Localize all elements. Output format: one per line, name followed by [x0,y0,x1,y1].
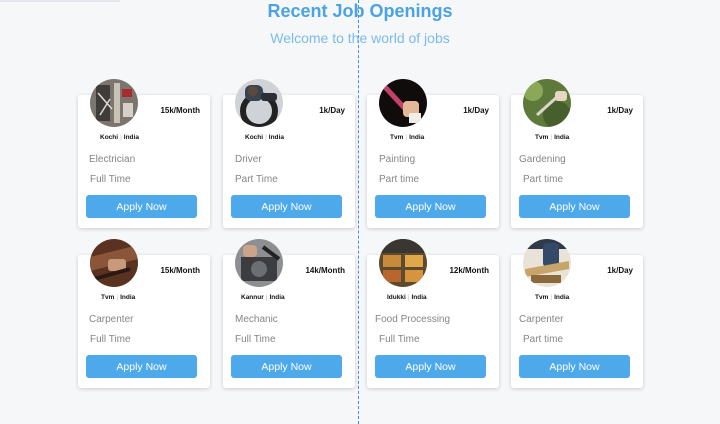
apply-now-button[interactable]: Apply Now [375,195,486,218]
job-location: Tvm | India [535,134,569,141]
job-title: Food Processing [375,314,451,325]
page-subtitle: Welcome to the world of jobs [270,30,450,46]
job-pay: 1k/Day [319,106,345,115]
apply-now-button[interactable]: Apply Now [86,355,197,378]
job-card: 15k/Month Tvm | India Carpenter Full Time … [78,239,210,388]
job-city: Kannur [241,294,264,301]
job-card: 14k/Month Kannur | India Mechanic Full Tim… [223,239,355,388]
job-location: Kannur | India [241,294,285,301]
job-type: Full Time [235,334,276,345]
job-pay: 14k/Month [305,266,345,275]
job-city: Tvm [101,294,115,301]
painting-photo [379,79,427,127]
job-pay: 12k/Month [449,266,489,275]
job-card: 1k/Day Tvm | India Gardening Part time App… [511,79,643,228]
job-card: 1k/Day Tvm | India Painting Part time Appl… [367,79,499,228]
job-location: Tvm | India [101,294,135,301]
job-type: Full Time [90,334,131,345]
job-country: India [409,134,425,141]
job-location: Tvm | India [535,294,569,301]
job-city: Kochi [245,134,264,141]
job-city: Tvm [535,294,549,301]
job-city: Tvm [390,134,404,141]
job-type: Full Time [379,334,420,345]
carpenter-photo [523,239,571,287]
job-country: India [554,294,570,301]
job-title: Carpenter [89,314,134,325]
job-pay: 1k/Day [463,106,489,115]
job-country: India [268,134,284,141]
job-type: Part time [523,334,564,345]
apply-now-button[interactable]: Apply Now [231,195,342,218]
job-title: Gardening [519,154,566,165]
apply-now-button[interactable]: Apply Now [519,355,630,378]
job-card: 12k/Month Idukki | India Food Processing F… [367,239,499,388]
job-title: Driver [235,154,262,165]
job-title: Painting [379,154,416,165]
job-pay: 1k/Day [607,266,633,275]
job-title: Carpenter [519,314,564,325]
mechanic-photo [235,239,283,287]
job-location: Kochi | India [245,134,284,141]
job-type: Part time [379,174,420,185]
job-location: Tvm | India [390,134,424,141]
job-country: India [269,294,285,301]
job-pay: 15k/Month [160,266,200,275]
job-type: Part time [523,174,564,185]
job-pay: 15k/Month [160,106,200,115]
job-country: India [120,294,136,301]
gardening-photo [523,79,571,127]
job-country: India [411,294,427,301]
apply-now-button[interactable]: Apply Now [86,195,197,218]
job-pay: 1k/Day [607,106,633,115]
job-type: Part Time [235,174,278,185]
page-title: Recent Job Openings [267,1,453,21]
job-city: Kochi [100,134,119,141]
job-type: Full Time [90,174,131,185]
driver-photo [235,79,283,127]
apply-now-button[interactable]: Apply Now [375,355,486,378]
center-guide-line [358,0,359,424]
apply-now-button[interactable]: Apply Now [231,355,342,378]
electrician-photo [90,79,138,127]
job-title: Mechanic [235,314,278,325]
carpenter-photo [90,239,138,287]
job-country: India [554,134,570,141]
job-city: Tvm [535,134,549,141]
job-city: Idukki [387,294,406,301]
job-card: 1k/Day Kochi | India Driver Part Time Appl… [223,79,355,228]
job-country: India [123,134,139,141]
job-card: 1k/Day Tvm | India Carpenter Part time App… [511,239,643,388]
job-title: Electrician [89,154,136,165]
job-location: Kochi | India [100,134,139,141]
food-processing-photo [379,239,427,287]
job-location: Idukki | India [387,294,427,301]
job-card: 15k/Month Kochi | India Electrician Full T… [78,79,210,228]
apply-now-button[interactable]: Apply Now [519,195,630,218]
